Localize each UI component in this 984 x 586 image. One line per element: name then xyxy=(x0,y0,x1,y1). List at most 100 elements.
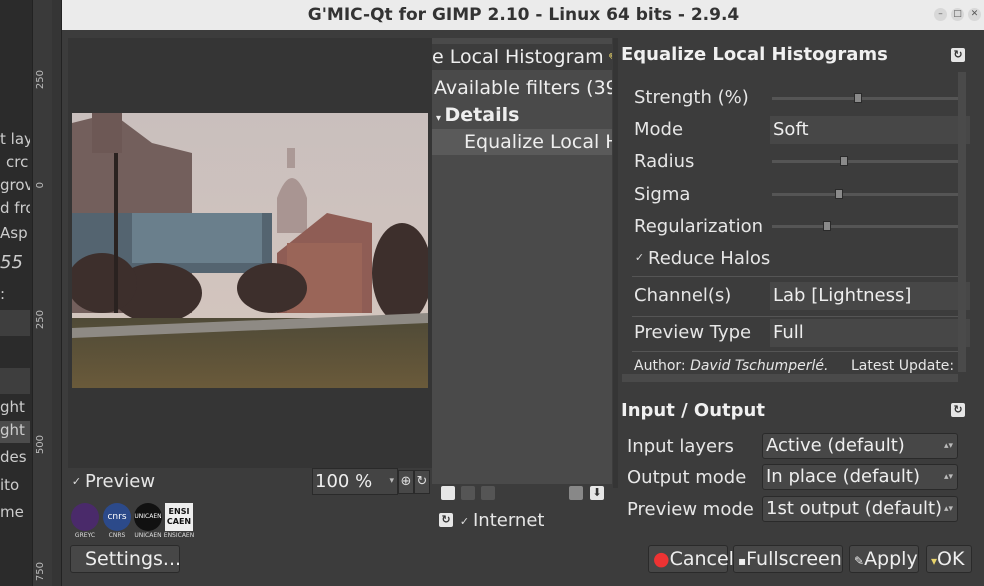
filter-tree: e Local Histogram ✎ Available filters (3… xyxy=(432,38,612,484)
preview-mode-select[interactable]: 1st output (default) ▴▾ xyxy=(762,496,958,522)
chevron-down-icon: ▴▾ xyxy=(943,441,953,451)
bg-text-4: d fro xyxy=(0,199,30,217)
close-icon[interactable]: ✕ xyxy=(968,8,981,21)
category-label: Details xyxy=(444,104,520,126)
reset-io-icon[interactable]: ↻ xyxy=(951,403,965,417)
slider-handle[interactable] xyxy=(834,189,843,199)
zoom-dropdown-icon[interactable]: ▾ xyxy=(389,469,394,494)
remove-fave-icon[interactable] xyxy=(481,486,495,500)
param-sigma-slider[interactable] xyxy=(772,189,962,199)
search-text: e Local Histogram xyxy=(432,46,604,68)
input-layers-value: Active (default) xyxy=(766,435,905,456)
preview-mode-value: 1st output (default) xyxy=(766,498,943,519)
author-line: Author: David Tschumperlé. xyxy=(634,358,828,374)
preview-image[interactable] xyxy=(72,113,428,388)
unicaen-logo: UNICAEN xyxy=(134,503,162,531)
params-vscrollbar[interactable] xyxy=(958,72,966,372)
ruler-mark-250: 250 xyxy=(35,70,46,90)
rename-fave-icon[interactable] xyxy=(461,486,475,500)
param-sigma-label: Sigma xyxy=(634,184,691,205)
add-fave-icon[interactable] xyxy=(441,486,455,500)
bg-text-10: des xyxy=(0,448,27,466)
bg-text-7: : xyxy=(0,285,6,303)
logo-label-ensicaen: ENSICAEN xyxy=(163,532,195,539)
param-separator xyxy=(632,276,962,277)
gmic-window: G'MIC-Qt for GIMP 2.10 - Linux 64 bits -… xyxy=(61,0,984,586)
preview-checkbox[interactable]: ✓ xyxy=(71,476,82,487)
greyc-logo xyxy=(71,503,99,531)
param-mode-select[interactable]: Soft xyxy=(770,116,970,144)
internet-checkbox[interactable]: ✓ xyxy=(459,516,470,527)
bg-text-1: t lay xyxy=(0,130,30,148)
gimp-background: t lay crc grov d fro Asp 55 : ght ght de… xyxy=(0,0,64,586)
visibility-icon[interactable] xyxy=(569,486,583,500)
slider-handle[interactable] xyxy=(840,156,849,166)
cancel-button[interactable]: ●Cancel xyxy=(648,545,734,573)
clear-search-icon[interactable]: ✎ xyxy=(604,51,612,67)
output-mode-label: Output mode xyxy=(627,467,747,488)
bg-field-1 xyxy=(0,310,30,336)
input-layers-label: Input layers xyxy=(627,436,734,457)
ok-label: OK xyxy=(937,548,965,570)
params-panel: Strength (%) Mode Soft Radius Sigma Regu… xyxy=(618,38,970,382)
slider-handle[interactable] xyxy=(823,221,832,231)
bg-text-6: 55 xyxy=(0,252,23,273)
zoom-reset-icon[interactable]: ↻ xyxy=(414,470,430,494)
fullscreen-button[interactable]: ▪Fullscreen xyxy=(733,545,843,573)
apply-label: Apply xyxy=(864,548,918,570)
bg-text-3: grov xyxy=(0,176,30,194)
cancel-label: Cancel xyxy=(669,548,734,570)
zoom-field[interactable]: 100 % ▾ xyxy=(312,468,398,495)
zoom-value: 100 % xyxy=(315,471,373,492)
fullscreen-icon: ▪ xyxy=(738,554,747,568)
ok-button[interactable]: ▾OK xyxy=(926,545,972,573)
channels-label: Channel(s) xyxy=(634,285,732,306)
slider-handle[interactable] xyxy=(853,93,862,103)
reduce-halos-checkbox[interactable]: ✓ xyxy=(634,252,645,263)
tree-category-details[interactable]: ▾ Details xyxy=(436,102,519,128)
output-mode-value: In place (default) xyxy=(766,466,920,487)
param-regularization-slider[interactable] xyxy=(772,221,962,231)
ruler-mark-0: 0 xyxy=(35,182,46,189)
io-title: Input / Output xyxy=(621,400,765,421)
ruler-mark-250b: 250 xyxy=(35,310,46,330)
output-mode-select[interactable]: In place (default) ▴▾ xyxy=(762,464,958,490)
author-prefix: Author: xyxy=(634,358,686,374)
bg-text-5: Asp xyxy=(0,224,28,242)
params-hscrollbar[interactable] xyxy=(622,374,958,382)
channels-select[interactable]: Lab [Lightness] xyxy=(770,282,970,310)
apply-button[interactable]: ✎Apply xyxy=(849,545,919,573)
bg-field-2 xyxy=(0,368,30,394)
chevron-down-icon: ▴▾ xyxy=(943,504,953,514)
bg-text-12: me xyxy=(0,503,24,521)
preview-type-select[interactable]: Full xyxy=(770,319,970,347)
zoom-in-icon[interactable]: ⊕ xyxy=(398,470,414,494)
ruler-mark-500: 500 xyxy=(35,435,46,455)
param-radius-slider[interactable] xyxy=(772,156,962,166)
internet-label: Internet xyxy=(473,510,545,531)
expand-icon[interactable]: ⬇ xyxy=(590,486,604,500)
param-strength-label: Strength (%) xyxy=(634,87,749,108)
tree-item-equalize[interactable]: Equalize Local H xyxy=(432,129,612,155)
available-filters-header[interactable]: Available filters (39 xyxy=(434,75,612,101)
settings-button[interactable]: Settings... xyxy=(70,545,181,573)
preview-label: Preview xyxy=(85,471,156,492)
apply-icon: ✎ xyxy=(854,554,865,568)
param-strength-slider[interactable] xyxy=(772,93,962,103)
maximize-button[interactable]: □ xyxy=(951,8,964,21)
refresh-filters-icon[interactable]: ↻ xyxy=(439,513,453,527)
minimize-button[interactable]: – xyxy=(934,8,947,21)
cnrs-logo: cnrs xyxy=(103,503,131,531)
filter-search-input[interactable]: e Local Histogram ✎ xyxy=(432,44,612,70)
window-titlebar: G'MIC-Qt for GIMP 2.10 - Linux 64 bits -… xyxy=(62,0,984,30)
collapse-icon[interactable]: ▾ xyxy=(436,113,445,124)
window-title: G'MIC-Qt for GIMP 2.10 - Linux 64 bits -… xyxy=(307,5,740,25)
param-mode-label: Mode xyxy=(634,119,684,140)
preview-mode-label: Preview mode xyxy=(627,499,754,520)
param-separator-2 xyxy=(632,316,962,317)
ruler-mark-750: 750 xyxy=(35,562,46,582)
param-radius-label: Radius xyxy=(634,151,695,172)
input-layers-select[interactable]: Active (default) ▴▾ xyxy=(762,433,958,459)
fullscreen-label: Fullscreen xyxy=(746,548,842,570)
preview-type-label: Preview Type xyxy=(634,322,752,343)
